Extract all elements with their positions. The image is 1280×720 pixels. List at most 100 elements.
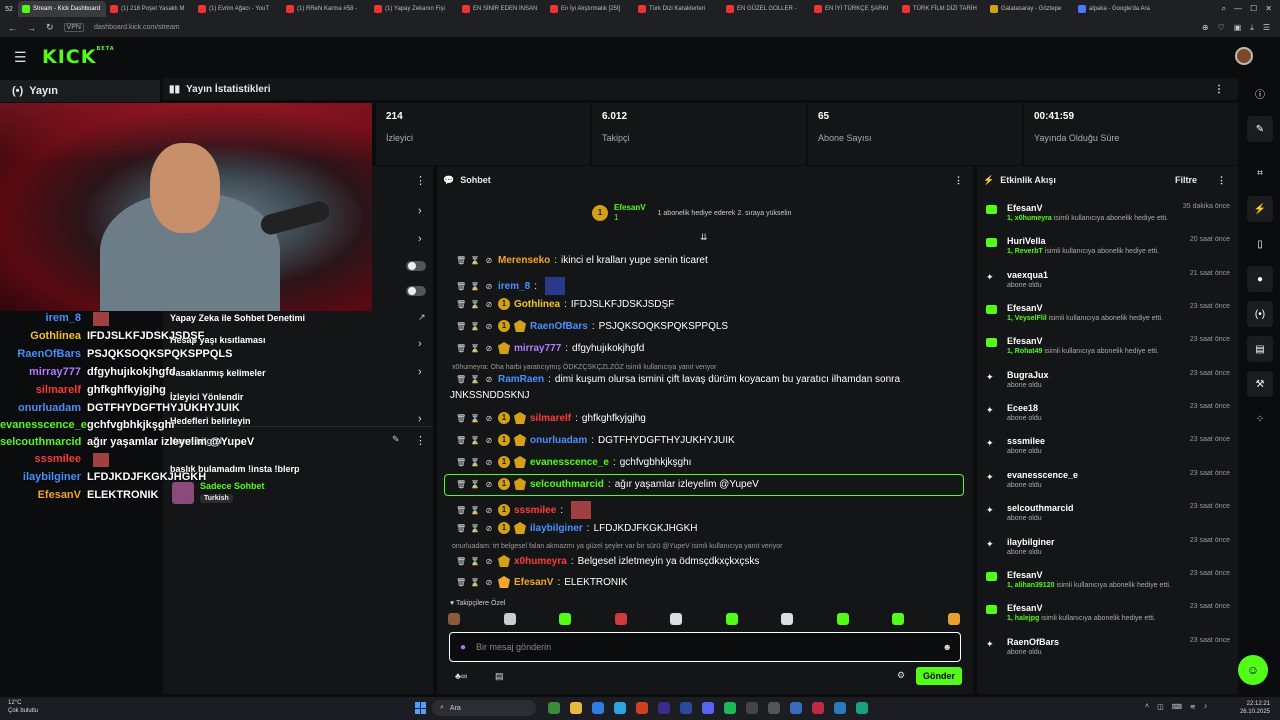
chat-rail-icon[interactable]: ●: [1247, 266, 1273, 292]
timeout-icon[interactable]: ⌛: [470, 578, 480, 587]
emote-button[interactable]: [448, 613, 460, 625]
browser-tab[interactable]: (1) Yapay Zekanın Fişi: [370, 1, 458, 17]
browser-tab[interactable]: EN SİNİR EDEN İNSAN: [458, 1, 546, 17]
minimize-icon[interactable]: —: [1234, 4, 1242, 14]
delete-icon[interactable]: 🗑: [456, 414, 466, 423]
taskbar-search[interactable]: ⌕ Ara: [432, 700, 536, 716]
lightning-rail-icon[interactable]: ⚡: [1247, 196, 1273, 222]
timeout-icon[interactable]: ⌛: [470, 375, 480, 384]
chevron-right-icon[interactable]: ›: [418, 338, 422, 350]
store-icon[interactable]: ▤: [495, 671, 504, 682]
app-icon-2[interactable]: [856, 702, 868, 714]
chat-message[interactable]: 🗑 ⌛ ⊘ 1 silmarelf: ghfkghfkyjgjhg: [456, 412, 968, 424]
taskbar-clock[interactable]: 22:12:21 26.10.2025: [1240, 700, 1270, 716]
office-icon[interactable]: [636, 702, 648, 714]
delete-icon[interactable]: 🗑: [456, 480, 466, 489]
browser-tab[interactable]: (1) RReN Karma #58 -: [282, 1, 370, 17]
chevron-right-icon[interactable]: ›: [418, 233, 422, 245]
discord-icon[interactable]: [702, 702, 714, 714]
delete-icon[interactable]: 🗑: [456, 256, 466, 265]
chat-username[interactable]: selcouthmarcid: [530, 479, 604, 490]
ban-icon[interactable]: ⊘: [484, 414, 494, 423]
chat-more-icon[interactable]: ⋮: [954, 175, 973, 186]
ban-icon[interactable]: ⊘: [484, 375, 494, 384]
timeout-icon[interactable]: ⌛: [470, 436, 480, 445]
toggle-switch[interactable]: [406, 261, 426, 271]
xbox-icon[interactable]: [548, 702, 560, 714]
chat-message[interactable]: 🗑 ⌛ ⊘ RamRaen: dimi kuşum olursa ismini çift…: [456, 374, 968, 385]
emote-button[interactable]: [503, 613, 516, 625]
chat-message[interactable]: 🗑 ⌛ ⊘ 1 ilaybilginer: LFDJKDJFKGKJHGKH: [456, 522, 968, 534]
chat-message[interactable]: 🗑 ⌛ ⊘ 1 evanesscence_e: gchfvgbhkjkşghı: [456, 456, 968, 468]
timeout-icon[interactable]: ⌛: [470, 414, 480, 423]
windows-start-icon[interactable]: [415, 702, 427, 714]
activity-username[interactable]: sssmilee: [1007, 436, 1045, 446]
browser-tab[interactable]: EN GÜZEL GOLLER -: [722, 1, 810, 17]
chat-username[interactable]: Gothlinea: [514, 299, 560, 310]
chat-username[interactable]: x0humeyra: [514, 556, 567, 567]
download-icon[interactable]: ⤓: [1250, 23, 1254, 33]
chat-username[interactable]: RamRaen: [498, 374, 544, 385]
delete-icon[interactable]: 🗑: [456, 578, 466, 587]
ban-icon[interactable]: ⊘: [484, 282, 494, 291]
search-tabs-icon[interactable]: ⌕: [1222, 4, 1226, 14]
timeout-icon[interactable]: ⌛: [470, 300, 480, 309]
timeout-icon[interactable]: ⌛: [470, 322, 480, 331]
menu-icon[interactable]: ☰: [1263, 23, 1270, 33]
chat-message[interactable]: 🗑 ⌛ ⊘ mirray777: dfgyhujıkokjhgfd: [456, 342, 968, 354]
chat-message[interactable]: 🗑 ⌛ ⊘ irem_8:: [456, 277, 968, 295]
chat-message[interactable]: 🗑 ⌛ ⊘ Merenseko: ikinci el kralları yupe sen…: [456, 255, 968, 266]
timeout-icon[interactable]: ⌛: [470, 344, 480, 353]
edge-icon[interactable]: [614, 702, 626, 714]
chat-message[interactable]: 🗑 ⌛ ⊘ 1 selcouthmarcid: ağır yaşamlar izleyel…: [456, 478, 968, 490]
photos-icon[interactable]: [790, 702, 802, 714]
broadcast-rail-icon[interactable]: (•): [1247, 301, 1273, 327]
gift-recipient[interactable]: ReverbT: [1015, 248, 1043, 255]
gift-recipient[interactable]: Rohat49: [1015, 348, 1043, 355]
ban-icon[interactable]: ⊘: [484, 322, 494, 331]
book-icon[interactable]: ▯: [1247, 231, 1273, 257]
forward-icon[interactable]: →: [27, 23, 36, 33]
kick-logo[interactable]: KICKBETA: [42, 46, 115, 68]
ban-icon[interactable]: ⊘: [484, 557, 494, 566]
chat-message[interactable]: 🗑 ⌛ ⊘ 1 onurluadam: DGTFHYDGFTHYJUKHYJUIK: [456, 434, 968, 446]
category-name[interactable]: Sadece Sohbet: [200, 481, 265, 491]
timeout-icon[interactable]: ⌛: [470, 458, 480, 467]
chat-username[interactable]: mirray777: [514, 343, 561, 354]
panel-more-icon[interactable]: ⋮: [415, 174, 426, 187]
url-field[interactable]: dashboard.kick.com/stream: [94, 24, 180, 31]
timeout-icon[interactable]: ⌛: [470, 557, 480, 566]
timeout-icon[interactable]: ⌛: [470, 256, 480, 265]
emote-button[interactable]: [725, 613, 738, 625]
wifi-icon[interactable]: ≋: [1190, 703, 1196, 711]
activity-username[interactable]: Ecee18: [1007, 403, 1038, 413]
ban-icon[interactable]: ⊘: [484, 578, 494, 587]
emote-button[interactable]: [559, 613, 572, 625]
language-icon[interactable]: ⌨: [1172, 703, 1182, 711]
timeout-icon[interactable]: ⌛: [470, 506, 480, 515]
emote-button[interactable]: [947, 613, 960, 625]
ban-icon[interactable]: ⊘: [484, 344, 494, 353]
reload-icon[interactable]: ↻: [46, 22, 54, 33]
activity-username[interactable]: RaenOfBars: [1007, 637, 1059, 647]
tab-count[interactable]: 52: [0, 6, 18, 13]
chevron-right-icon[interactable]: ›: [418, 205, 422, 217]
browser-tab[interactable]: EN İYİ TÜRKÇE ŞARKI: [810, 1, 898, 17]
chat-message[interactable]: 🗑 ⌛ ⊘ 1 Gothlinea: IFDJSLKFJDSKJSDŞF: [456, 298, 968, 310]
chat-username[interactable]: RaenOfBars: [530, 321, 588, 332]
apps-icon[interactable]: ⁘: [1247, 406, 1273, 432]
activity-username[interactable]: ilaybilginer: [1007, 537, 1055, 547]
zoom-icon[interactable]: ⊕: [1202, 23, 1209, 33]
ban-icon[interactable]: ⊘: [484, 256, 494, 265]
chat-message[interactable]: 🗑 ⌛ ⊘ 1 RaenOfBars: PSJQKSOQKSPQKSPPQLS: [456, 320, 968, 332]
chat-username[interactable]: irem_8: [498, 281, 530, 292]
delete-icon[interactable]: 🗑: [456, 322, 466, 331]
activity-username[interactable]: vaexqua1: [1007, 270, 1048, 280]
points-icon[interactable]: ♣∞: [455, 671, 467, 681]
mic-icon[interactable]: ●: [460, 642, 466, 653]
send-button[interactable]: Gönder: [916, 667, 962, 685]
delete-icon[interactable]: 🗑: [456, 458, 466, 467]
gift-recipient[interactable]: VeyselFlil: [1015, 315, 1047, 322]
delete-icon[interactable]: 🗑: [456, 300, 466, 309]
chat-input[interactable]: ● Bir mesaj gönderin ☻: [449, 632, 961, 662]
